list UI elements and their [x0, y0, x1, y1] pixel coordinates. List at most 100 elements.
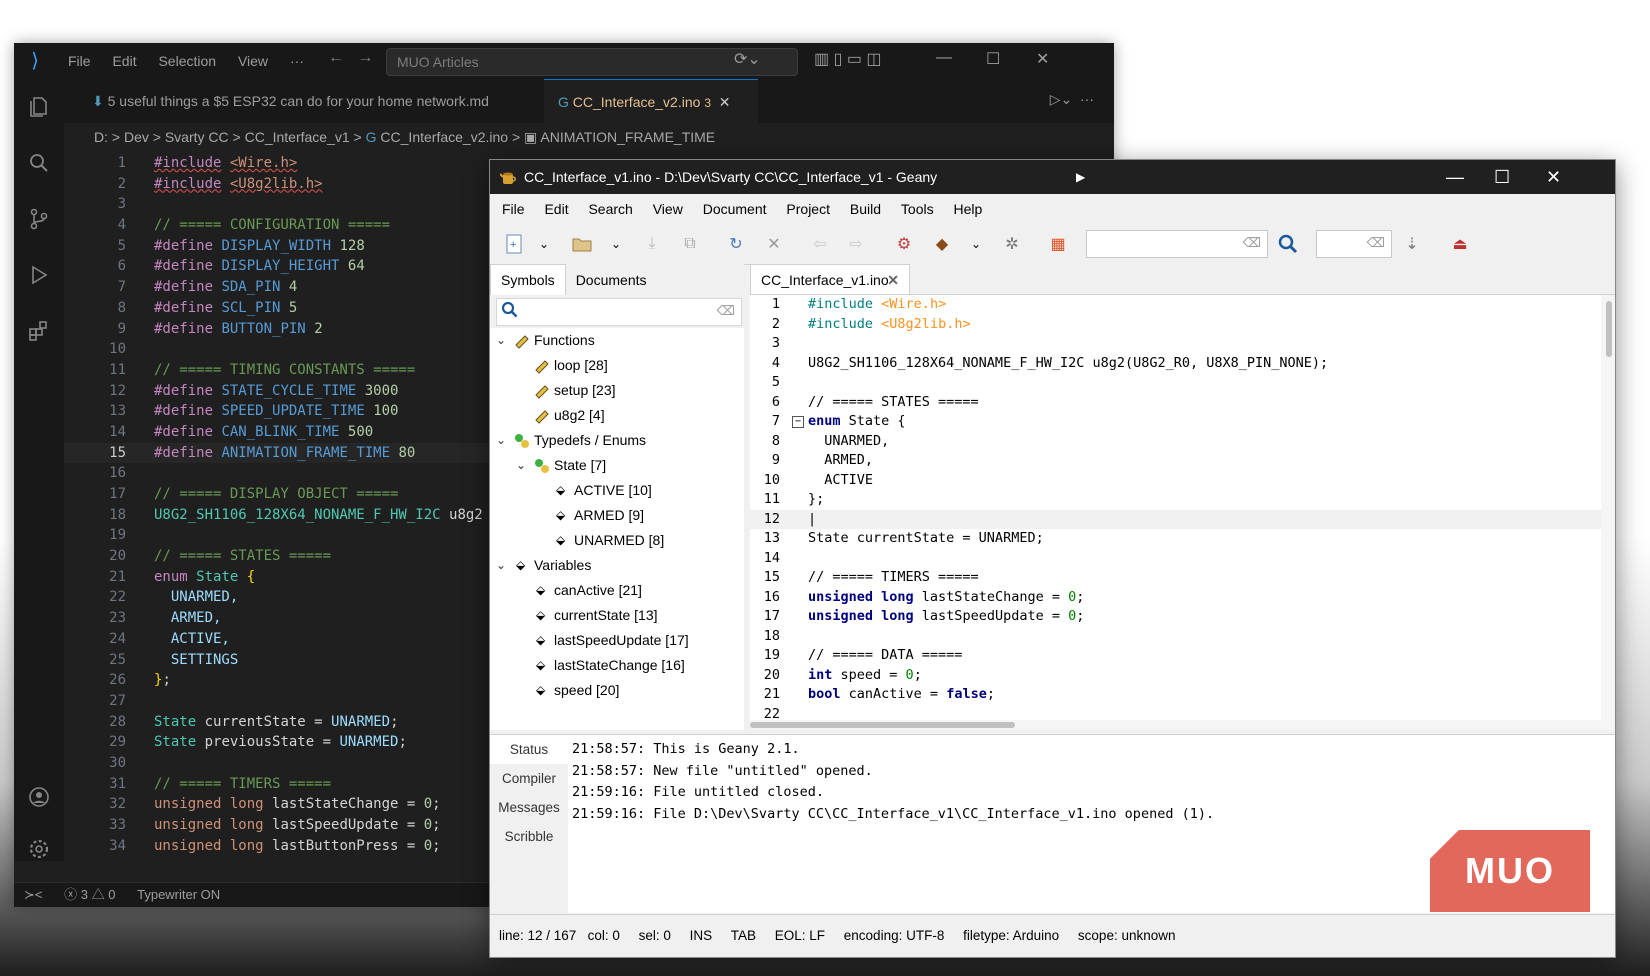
build-icon[interactable]: ◆ — [930, 232, 954, 256]
close-tab-icon[interactable]: ✕ — [887, 265, 899, 295]
horizontal-scrollbar[interactable] — [750, 720, 1615, 730]
menu-file[interactable]: File — [68, 53, 91, 69]
tree-setup[interactable]: setup [23] — [490, 378, 744, 403]
menu-project[interactable]: Project — [786, 201, 830, 217]
close-tab-icon[interactable]: ✕ — [715, 94, 731, 110]
close-icon[interactable]: ✕ — [1546, 160, 1561, 194]
scroll-thumb[interactable] — [1606, 301, 1612, 357]
crumb-drive[interactable]: D: — [94, 129, 108, 145]
fold-toggle-icon[interactable]: − — [792, 416, 804, 428]
menu-tools[interactable]: Tools — [901, 201, 934, 217]
color-chooser-icon[interactable]: ▦ — [1046, 232, 1070, 256]
menu-search[interactable]: Search — [588, 201, 632, 217]
minimize-icon[interactable]: — — [1446, 160, 1464, 194]
menu-more[interactable]: ··· — [290, 53, 304, 69]
tree-state[interactable]: ⌄ State [7] — [490, 453, 744, 478]
tab-compiler[interactable]: Compiler — [490, 764, 568, 793]
typewriter-status[interactable]: Typewriter ON — [137, 887, 220, 902]
tree-canactive[interactable]: ⬙ canActive [21] — [490, 578, 744, 603]
save-icon[interactable]: ⤓ — [640, 232, 664, 256]
tab-cc-interface-v1[interactable]: CC_Interface_v1.ino ✕ — [750, 264, 910, 294]
save-all-icon[interactable]: ⧉ — [678, 232, 702, 256]
warning-count[interactable]: 0 — [108, 887, 115, 902]
back-arrow-icon[interactable]: ← — [328, 49, 344, 66]
tab-cc-interface-v2[interactable]: G CC_Interface_v2.ino 3 ✕ — [544, 79, 758, 124]
vertical-scrollbar[interactable] — [1601, 295, 1615, 730]
tab-scribble[interactable]: Scribble — [490, 822, 568, 851]
menu-edit[interactable]: Edit — [544, 201, 568, 217]
run-debug-icon[interactable] — [14, 247, 64, 303]
nav-back-icon[interactable]: ⇦ — [808, 232, 832, 256]
tab-documents[interactable]: Documents — [566, 265, 657, 295]
error-count[interactable]: 3 — [81, 887, 88, 902]
extensions-icon[interactable] — [14, 303, 64, 359]
goto-line-icon[interactable]: ⇣ — [1400, 232, 1424, 256]
geany-editor[interactable]: 1 #include <Wire.h> 2 #include <U8g2lib.h>… — [750, 295, 1615, 730]
compile-icon[interactable]: ⚙ — [892, 232, 916, 256]
tree-laststatechange[interactable]: ⬙ lastStateChange [16] — [490, 653, 744, 678]
crumb-svarty[interactable]: Svarty CC — [165, 129, 229, 145]
new-dropdown-icon[interactable]: ⌄ — [532, 232, 556, 256]
tree-loop[interactable]: loop [28] — [490, 353, 744, 378]
close-icon[interactable]: ✕ — [1036, 49, 1049, 69]
clear-search-icon[interactable]: ⌫ — [1243, 235, 1261, 251]
new-file-icon[interactable]: + — [502, 232, 526, 256]
quit-icon[interactable]: ⏏ — [1448, 232, 1472, 256]
tree-variables[interactable]: ⌄ ⬙ Variables — [490, 553, 744, 578]
account-icon[interactable] — [14, 769, 64, 825]
tree-u8g2[interactable]: u8g2 [4] — [490, 403, 744, 428]
settings-gear-icon[interactable] — [14, 821, 64, 877]
menu-help[interactable]: Help — [953, 201, 982, 217]
goto-line-field[interactable]: ⌫ — [1316, 230, 1392, 258]
tree-lastspeedupdate[interactable]: ⬙ lastSpeedUpdate [17] — [490, 628, 744, 653]
remote-icon[interactable]: ≻< — [24, 887, 42, 902]
tree-unarmed[interactable]: ⬙ UNARMED [8] — [490, 528, 744, 553]
forward-arrow-icon[interactable]: → — [357, 49, 373, 66]
build-dropdown-icon[interactable]: ⌄ — [964, 232, 988, 256]
warning-icon[interactable]: △ — [92, 887, 105, 902]
menu-file[interactable]: File — [502, 201, 525, 217]
reload-icon[interactable]: ↻ — [724, 232, 748, 256]
tree-functions[interactable]: ⌄ Functions — [490, 328, 744, 353]
find-icon[interactable] — [1276, 232, 1300, 256]
tab-markdown-file[interactable]: ⬇ 5 useful things a $5 ESP32 can do for … — [78, 79, 503, 123]
maximize-icon[interactable]: ☐ — [1494, 160, 1510, 194]
tab-symbols[interactable]: Symbols — [490, 264, 566, 295]
tab-status[interactable]: Status — [490, 735, 568, 764]
symbol-filter-input[interactable]: ⌫ — [496, 298, 742, 326]
open-folder-icon[interactable] — [570, 232, 594, 256]
layout-icons[interactable]: ▥ ▯ ▭ ◫ — [814, 49, 882, 69]
copilot-icon[interactable]: ⟳⌄ — [734, 49, 761, 69]
run-split-icons[interactable]: ▷⌄ ··· — [1050, 91, 1094, 108]
explorer-icon[interactable] — [14, 79, 64, 135]
tree-currentstate[interactable]: ⬙ currentState [13] — [490, 603, 744, 628]
crumb-file[interactable]: CC_Interface_v2.ino — [380, 129, 508, 145]
menu-edit[interactable]: Edit — [112, 53, 136, 69]
menu-document[interactable]: Document — [703, 201, 767, 217]
search-icon[interactable] — [14, 135, 64, 191]
crumb-dev[interactable]: Dev — [124, 129, 149, 145]
error-icon[interactable]: ⓧ — [64, 887, 77, 902]
nav-forward-icon[interactable]: ⇨ — [844, 232, 868, 256]
menu-view[interactable]: View — [238, 53, 268, 69]
crumb-folder[interactable]: CC_Interface_v1 — [245, 129, 350, 145]
search-field[interactable]: ⌫ — [1086, 230, 1268, 258]
clear-goto-icon[interactable]: ⌫ — [1367, 235, 1385, 251]
run-gears-icon[interactable]: ✲ — [1000, 232, 1024, 256]
maximize-icon[interactable]: ☐ — [986, 49, 1000, 69]
crumb-symbol[interactable]: ANIMATION_FRAME_TIME — [540, 129, 715, 145]
scroll-thumb[interactable] — [750, 722, 1015, 728]
close-file-icon[interactable]: ✕ — [762, 232, 786, 256]
minimize-icon[interactable]: — — [936, 49, 952, 67]
open-dropdown-icon[interactable]: ⌄ — [604, 232, 628, 256]
tree-speed[interactable]: ⬙ speed [20] — [490, 678, 744, 703]
tree-armed[interactable]: ⬙ ARMED [9] — [490, 503, 744, 528]
menu-selection[interactable]: Selection — [158, 53, 216, 69]
source-control-icon[interactable] — [14, 191, 64, 247]
clear-filter-icon[interactable]: ⌫ — [717, 303, 735, 319]
tab-messages[interactable]: Messages — [490, 793, 568, 822]
tree-typedefs[interactable]: ⌄ Typedefs / Enums — [490, 428, 744, 453]
menu-build[interactable]: Build — [850, 201, 881, 217]
tree-active[interactable]: ⬙ ACTIVE [10] — [490, 478, 744, 503]
menu-view[interactable]: View — [653, 201, 683, 217]
